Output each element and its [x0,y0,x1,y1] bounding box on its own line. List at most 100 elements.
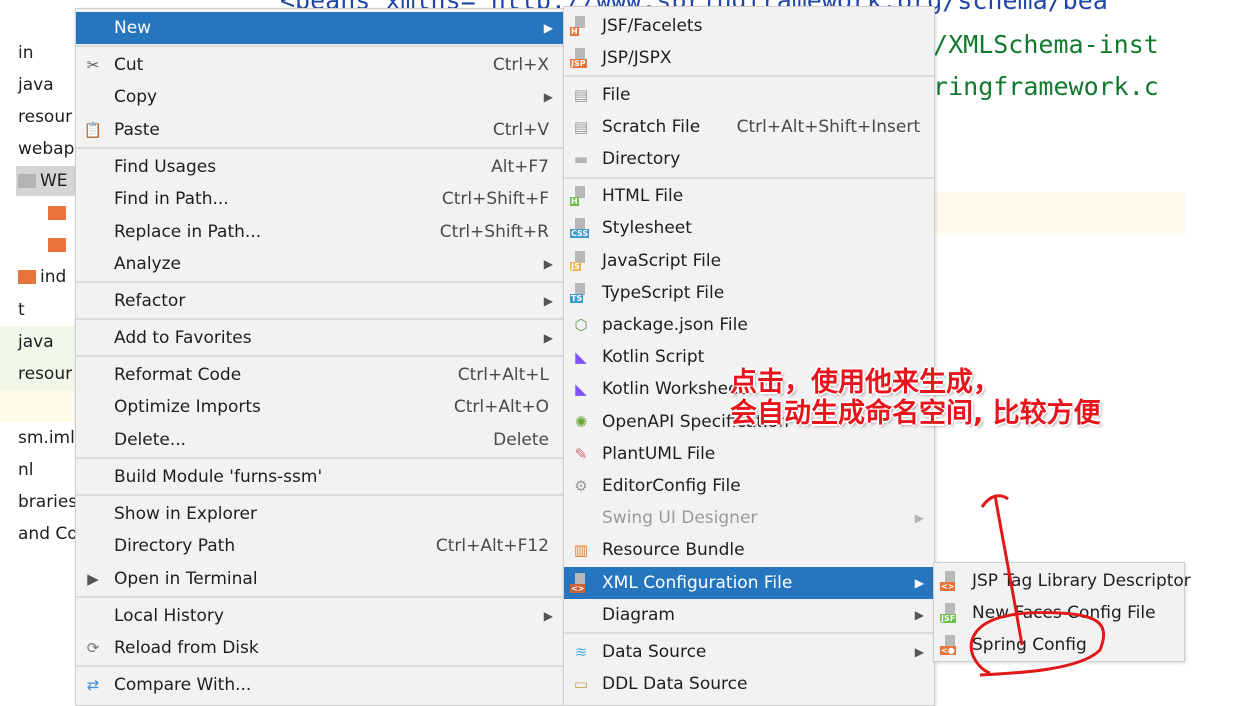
menu-item-optimize-imports[interactable]: Optimize Imports Ctrl+Alt+O [76,391,563,423]
menu-item-label: Cut [114,55,144,75]
tree-item-label: and Co [18,524,76,544]
tree-item[interactable]: t [18,295,25,325]
shortcut-label: Ctrl+Alt+Shift+Insert [736,117,920,138]
code-line: l/XMLSchema-inst [918,30,1159,59]
menu-item-directory-path[interactable]: Directory Path Ctrl+Alt+F12 [76,530,563,562]
menu-item-file[interactable]: ▤ File [564,79,934,111]
menu-item-label: Swing UI Designer [602,508,758,529]
menu-item-resource-bundle[interactable]: ▥ Resource Bundle [564,534,934,566]
tree-item[interactable]: webap [18,134,74,164]
menu-item-xml-configuration-file[interactable]: <> XML Configuration File ▶ [564,566,934,599]
menu-item-reformat-code[interactable]: Reformat Code Ctrl+Alt+L [76,359,563,391]
menu-separator [76,318,563,321]
menu-item-add-to-favorites[interactable]: Add to Favorites ▶ [76,322,563,354]
menu-item-show-in-explorer[interactable]: Show in Explorer [76,498,563,530]
menu-item-directory[interactable]: ▬ Directory [564,143,934,175]
menu-item-label: Compare With... [114,675,252,695]
annotation-circle [969,494,1106,677]
tree-item-label: webap [18,139,75,159]
menu-item-label: Directory [602,149,681,170]
shortcut-label: Delete [493,429,549,450]
menu-item-jsf-facelets[interactable]: H JSF/Facelets [564,10,934,42]
menu-item-label: Local History [114,605,224,626]
menu-item-label: Build Module 'furns-ssm' [114,466,323,487]
menu-item-reload-from-disk[interactable]: ⟳ Reload from Disk [76,632,563,664]
compare-icon: ⇄ [86,676,100,694]
menu-item-stylesheet[interactable]: CSS Stylesheet [564,212,934,244]
row-highlight [0,390,76,422]
submenu-arrow-icon: ▶ [914,644,924,659]
tree-item[interactable]: in [18,38,34,68]
menu-item-html-file[interactable]: H HTML File [564,180,934,212]
menu-item-label: Paste [114,119,160,140]
tree-item[interactable]: resour [18,359,72,389]
submenu-arrow-icon: ▶ [914,511,924,526]
menu-item-refactor[interactable]: Refactor ▶ [76,285,563,317]
menu-item-label: HTML File [602,186,684,207]
tree-item[interactable]: java [18,70,54,100]
menu-item-replace-in-path[interactable]: Replace in Path... Ctrl+Shift+R [76,216,563,248]
menu-separator [564,176,934,179]
menu-item-label: TypeScript File [602,282,725,303]
menu-item-javascript-file[interactable]: JS JavaScript File [564,245,934,277]
menu-item-copy[interactable]: Copy ▶ [76,81,563,113]
menu-item-swing-ui-designer[interactable]: Swing UI Designer ▶ [564,502,934,534]
current-line-highlight [934,192,1185,235]
tree-item[interactable] [48,198,70,228]
shortcut-label: Ctrl+V [492,119,549,140]
shortcut-label: Ctrl+Shift+F [441,189,549,210]
tree-item-label: braries [18,492,76,512]
nodejs-icon: ⬡ [574,316,588,334]
submenu-arrow-icon: ▶ [543,257,553,271]
file-type-badge: <> [940,582,956,591]
tree-item[interactable]: ind [18,262,66,292]
file-type-badge: <● [940,646,956,655]
tree-item-label: sm.iml [18,428,75,448]
menu-item-package-json-file[interactable]: ⬡ package.json File [564,309,934,341]
menu-item-jsp-jspx[interactable]: JSP JSP/JSPX [564,42,934,74]
menu-item-label: JavaScript File [602,250,722,271]
tree-item[interactable] [48,230,70,260]
menu-item-build-module-furns-ssm[interactable]: Build Module 'furns-ssm' [76,461,563,493]
menu-item-cut[interactable]: ✂ Cut Ctrl+X [76,49,563,81]
menu-item-open-in-terminal[interactable]: ▶ Open in Terminal [76,563,563,595]
tree-item[interactable]: java [18,327,54,357]
menu-item-editorconfig-file[interactable]: ⚙ EditorConfig File [564,470,934,502]
menu-item-find-usages[interactable]: Find Usages Alt+F7 [76,151,563,183]
menu-item-analyze[interactable]: Analyze ▶ [76,248,563,280]
menu-item-label: JSP/JSPX [602,48,672,69]
menu-item-plantuml-file[interactable]: ✎ PlantUML File [564,438,934,470]
file-type-badge: JSP [570,59,587,69]
menu-item-local-history[interactable]: Local History ▶ [76,600,563,632]
tree-item[interactable]: WE [18,166,68,196]
submenu-arrow-icon: ▶ [914,607,924,622]
menu-item-ddl-data-source[interactable]: ▭ DDL Data Source [564,668,934,700]
menu-item-diagram[interactable]: Diagram ▶ [564,599,934,631]
menu-item-label: JSF/Facelets [602,16,703,36]
tree-item[interactable]: resour [18,102,72,132]
menu-item-label: File [602,85,631,105]
menu-separator [76,457,563,460]
menu-item-label: Kotlin Script [602,347,705,368]
tree-item[interactable]: and Co [18,519,76,549]
menu-item-label: DDL Data Source [602,673,748,694]
tree-item-label: WE [40,171,68,191]
menu-item-new[interactable]: New ▶ [76,12,563,44]
tree-item[interactable]: sm.iml [18,423,75,453]
menu-item-label: Open in Terminal [114,568,258,589]
menu-item-scratch-file[interactable]: ▤ Scratch File Ctrl+Alt+Shift+Insert [564,111,934,143]
menu-item-data-source[interactable]: ≋ Data Source ▶ [564,636,934,668]
menu-separator [564,75,934,78]
shortcut-label: Ctrl+X [492,55,549,75]
menu-item-paste[interactable]: 📋 Paste Ctrl+V [76,114,563,146]
menu-item-compare-with[interactable]: ⇄ Compare With... [76,669,563,701]
xml-file-icon: <> [570,572,592,593]
tree-item[interactable]: braries [18,487,76,517]
menu-item-typescript-file[interactable]: TS TypeScript File [564,277,934,309]
kotlin-icon: ◣ [575,348,587,367]
shortcut-label: Ctrl+Alt+O [453,397,549,418]
menu-item-find-in-path[interactable]: Find in Path... Ctrl+Shift+F [76,183,563,215]
menu-item-delete[interactable]: Delete... Delete [76,424,563,456]
tree-item[interactable]: nl [18,455,34,485]
shortcut-label: Ctrl+Alt+L [457,365,549,385]
